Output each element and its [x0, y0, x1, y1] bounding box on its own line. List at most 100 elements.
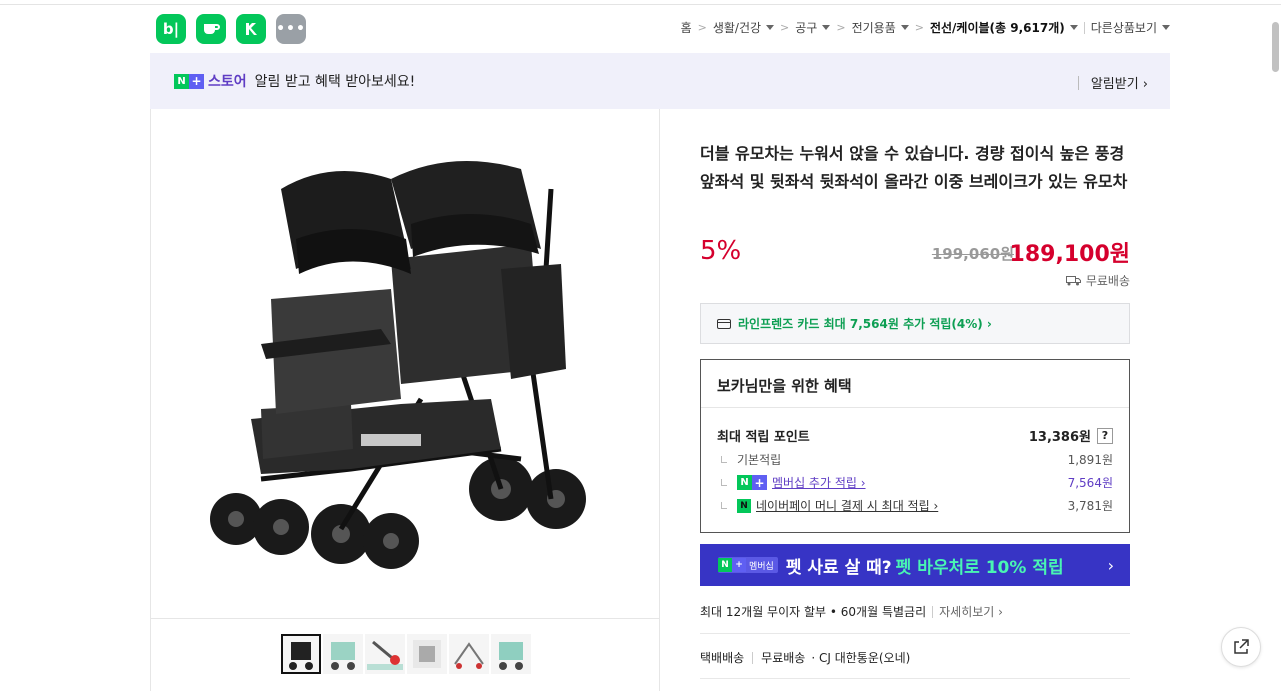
thumbnail-4[interactable] [407, 634, 447, 674]
thumbnail-3[interactable] [365, 634, 405, 674]
chevron-right-icon: › [1107, 556, 1114, 575]
naver-store-icon[interactable] [236, 14, 266, 44]
breadcrumb-separator: > [697, 21, 707, 34]
store-alarm-banner: N + 스토어 알림 받고 혜택 받아보세요! 알림받기 › [150, 53, 1170, 109]
truck-icon [1065, 276, 1081, 286]
plus-icon: + [189, 73, 204, 89]
store-message: 알림 받고 혜택 받아보세요! [254, 74, 416, 90]
divider [752, 651, 754, 664]
basic-points-value: 1,891원 [1067, 453, 1113, 467]
discount-rate: 5% [700, 236, 742, 266]
card-benefit-link[interactable]: 라인프렌즈 카드 최대 7,564원 추가 적립(4%) › [700, 303, 1130, 344]
breadcrumb-item-life-health[interactable]: 생활/건강 [712, 19, 775, 36]
alarm-button[interactable]: 알림받기 › [1077, 73, 1148, 92]
scrollbar[interactable] [1272, 22, 1279, 72]
caret-down-icon [822, 25, 831, 30]
divider [700, 633, 1130, 634]
benefit-box: 보카님만을 위한 혜택 최대 적립 포인트 13,386원 ? 기본적립 1,8… [700, 359, 1130, 533]
breadcrumb-label: 생활/건강 [712, 21, 762, 35]
plus-icon: + [732, 558, 746, 572]
more-apps-icon[interactable]: ••• [276, 14, 306, 44]
naverpay-points-row: N 네이버페이 머니 결제 시 최대 적립 › 3,781원 [717, 497, 1113, 514]
breadcrumb-item-tools[interactable]: 공구 [795, 19, 831, 36]
naver-plus-badge: N + [174, 73, 204, 89]
tree-connector [721, 502, 727, 509]
breadcrumb-item-electric[interactable]: 전기용품 [852, 19, 909, 36]
original-price: 199,060원 [931, 245, 1014, 263]
naver-cafe-icon[interactable] [196, 14, 226, 44]
card-benefit-label: 라인프렌즈 카드 최대 7,564원 추가 적립(4%) › [738, 317, 992, 331]
breadcrumb-separator: > [836, 21, 846, 34]
tree-connector [721, 456, 727, 463]
help-icon[interactable]: ? [1097, 427, 1113, 444]
membership-points-row: N + 멤버십 추가 적립 › 7,564원 [717, 474, 1113, 491]
membership-points-link[interactable]: 멤버십 추가 적립 › [772, 474, 866, 491]
product-title: 더블 유모차는 누워서 앉을 수 있습니다. 경량 접이식 높은 풍경 앞좌석 … [700, 144, 1128, 191]
membership-badge: N + 멤버십 [718, 557, 778, 573]
naver-n-icon: N [737, 475, 752, 490]
breadcrumb-label: 전선/케이블(총 9,617개) [929, 21, 1065, 35]
naver-plus-badge: N + [737, 475, 767, 490]
installment-info: 최대 12개월 무이자 할부 • 60개월 특별금리 자세히보기 › [700, 603, 1003, 620]
share-button[interactable] [1221, 627, 1261, 667]
breadcrumb-label: 공구 [795, 21, 818, 35]
membership-points-value: 7,564원 [1067, 476, 1113, 490]
store-name: 스토어 [208, 74, 247, 90]
membership-banner[interactable]: N + 멤버십 펫 사료 살 때? 펫 바우처로 10% 적립 › [700, 544, 1130, 586]
product-image[interactable] [201, 149, 611, 589]
caret-down-icon [900, 25, 909, 30]
caret-down-icon [1069, 25, 1078, 30]
top-border [0, 4, 1281, 5]
breadcrumb-current[interactable]: 전선/케이블(총 9,617개) [930, 19, 1078, 36]
sale-price: 189,100원 [1009, 242, 1130, 267]
share-icon [1234, 639, 1249, 654]
basic-points-label: 기본적립 [737, 453, 782, 467]
breadcrumb-home[interactable]: 홈 [681, 19, 692, 36]
membership-badge-label: 멤버십 [749, 561, 774, 572]
app-icons: b| ••• [156, 14, 306, 44]
basic-points-row: 기본적립 1,891원 [717, 451, 1113, 468]
delivery-carrier: · CJ 대한통운(오네) [811, 651, 911, 665]
product-image-panel [150, 109, 660, 691]
naver-blog-icon[interactable]: b| [156, 14, 186, 44]
credit-card-icon [717, 318, 731, 329]
price-row: 5% 199,060원 189,100원 [700, 236, 1130, 270]
thumbnail-5[interactable] [449, 634, 489, 674]
membership-banner-accent: 펫 바우처로 10% 적립 [895, 557, 1064, 578]
max-points-row: 최대 적립 포인트 13,386원 ? [717, 426, 1113, 445]
divider [1077, 75, 1079, 90]
delivery-info: 택배배송 무료배송 · CJ 대한통운(오네) [700, 649, 910, 666]
breadcrumb-label: 다른상품보기 [1090, 21, 1157, 35]
breadcrumb-label: 전기용품 [851, 21, 896, 35]
naverpay-icon: N [737, 498, 751, 513]
caret-down-icon [766, 25, 775, 30]
thumbnail-2[interactable] [323, 634, 363, 674]
other-products-dropdown[interactable]: 다른상품보기 [1091, 19, 1170, 36]
membership-banner-text: 펫 사료 살 때? [785, 557, 892, 578]
shipping-info: 무료배송 [1065, 272, 1130, 289]
naver-n-icon: N [718, 558, 732, 572]
shipping-label: 무료배송 [1085, 274, 1130, 288]
thumbnail-6[interactable] [491, 634, 531, 674]
plus-icon: + [752, 475, 767, 490]
naver-n-icon: N [174, 73, 189, 89]
max-points-value: 13,386원 [1028, 430, 1091, 445]
divider [700, 678, 1130, 679]
naverpay-points-value: 3,781원 [1067, 499, 1113, 513]
tree-connector [721, 479, 727, 486]
benefit-title: 보카님만을 위한 혜택 [701, 360, 1129, 408]
divider [932, 605, 934, 618]
divider [1083, 21, 1085, 34]
breadcrumb-separator: > [780, 21, 790, 34]
naverpay-points-link[interactable]: 네이버페이 머니 결제 시 최대 적립 › [756, 497, 938, 514]
breadcrumb: 홈 > 생활/건강 > 공구 > 전기용품 > 전선/케이블(총 9,617개)… [681, 19, 1170, 36]
thumbnail-1[interactable] [281, 634, 321, 674]
divider [151, 618, 659, 619]
thumbnail-list [281, 634, 531, 674]
breadcrumb-separator: > [914, 21, 924, 34]
installment-text: 최대 12개월 무이자 할부 • 60개월 특별금리 [700, 605, 927, 619]
delivery-type: 택배배송 [700, 651, 745, 665]
installment-detail-link[interactable]: 자세히보기 › [939, 603, 1003, 620]
max-points-label: 최대 적립 포인트 [717, 430, 810, 445]
caret-down-icon [1162, 25, 1170, 30]
